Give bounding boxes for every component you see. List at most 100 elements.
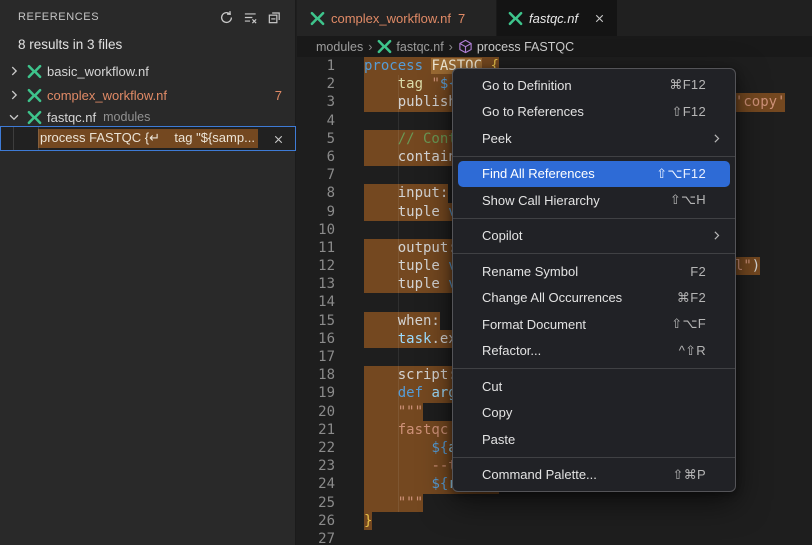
menu-item-copy[interactable]: Copy — [458, 400, 730, 427]
reference-result-item[interactable]: process FASTQC {↵ tag "${samp... — [0, 126, 296, 151]
menu-item-cut[interactable]: Cut — [458, 373, 730, 400]
breadcrumb-separator: › — [368, 40, 372, 54]
context-menu: Go to Definition⌘F12Go to References⇧F12… — [452, 68, 736, 492]
menu-item-copilot[interactable]: Copilot — [458, 223, 730, 250]
clear-all-icon[interactable] — [240, 7, 261, 28]
code-line-text: } — [364, 512, 372, 530]
menu-item-label: Refactor... — [482, 343, 679, 358]
menu-item-keybinding: ^⇧R — [679, 343, 706, 359]
line-number: 5 — [297, 130, 344, 148]
line-number: 23 — [297, 457, 344, 475]
menu-item-find-all-references[interactable]: Find All References⇧⌥F12 — [458, 161, 730, 188]
line-number: 26 — [297, 512, 344, 530]
tab-label: complex_workflow.nf — [331, 11, 451, 26]
line-number: 13 — [297, 275, 344, 293]
tab-bar: complex_workflow.nf 7 fastqc.nf — [297, 0, 812, 36]
code-line[interactable]: 25 """ — [297, 494, 812, 512]
line-number: 6 — [297, 148, 344, 166]
code-line-text: script: — [364, 366, 457, 384]
code-line[interactable]: 26} — [297, 512, 812, 530]
nextflow-icon — [309, 10, 325, 26]
menu-item-go-to-definition[interactable]: Go to Definition⌘F12 — [458, 72, 730, 99]
menu-item-label: Find All References — [482, 166, 656, 181]
file-description: modules — [103, 110, 150, 124]
tree-item-complex-workflow-nf[interactable]: complex_workflow.nf7 — [0, 84, 295, 106]
menu-item-peek[interactable]: Peek — [458, 125, 730, 152]
code-line-text: """ — [364, 403, 423, 421]
line-number: 8 — [297, 184, 344, 202]
tree-indent-guide — [13, 127, 14, 150]
chevron-right-icon[interactable] — [6, 63, 22, 79]
line-number: 7 — [297, 166, 344, 184]
menu-separator — [453, 368, 735, 369]
line-number: 3 — [297, 93, 344, 111]
menu-item-change-all-occurrences[interactable]: Change All Occurrences⌘F2 — [458, 285, 730, 312]
code-line-text: output: — [364, 239, 457, 257]
line-number: 17 — [297, 348, 344, 366]
menu-item-label: Command Palette... — [482, 467, 673, 482]
collapse-all-icon[interactable] — [264, 7, 285, 28]
line-number: 16 — [297, 330, 344, 348]
line-number: 15 — [297, 312, 344, 330]
menu-item-show-call-hierarchy[interactable]: Show Call Hierarchy⇧⌥H — [458, 187, 730, 214]
menu-item-go-to-references[interactable]: Go to References⇧F12 — [458, 99, 730, 126]
tree-item-basic-workflow-nf[interactable]: basic_workflow.nf — [0, 60, 295, 82]
breadcrumb-separator: › — [449, 40, 453, 54]
results-summary: 8 results in 3 files — [18, 37, 122, 52]
menu-item-label: Change All Occurrences — [482, 290, 677, 305]
panel-title: REFERENCES — [18, 11, 99, 23]
menu-item-label: Paste — [482, 432, 719, 447]
menu-item-label: Format Document — [482, 317, 671, 332]
tab-badge: 7 — [458, 11, 465, 26]
tab-fastqc-nf[interactable]: fastqc.nf — [497, 0, 617, 36]
menu-separator — [453, 253, 735, 254]
vscode-window: REFERENCES 8 results in 3 files basic_wo… — [0, 0, 812, 545]
tab-complex-workflow-nf[interactable]: complex_workflow.nf 7 — [297, 0, 497, 36]
namespace-icon — [458, 39, 473, 54]
menu-item-rename-symbol[interactable]: Rename SymbolF2 — [458, 258, 730, 285]
code-line-text: fastqc \ — [364, 421, 465, 439]
nextflow-icon — [26, 63, 42, 79]
nextflow-icon — [507, 10, 523, 26]
breadcrumb-item-fastqc-nf[interactable]: fastqc.nf — [396, 40, 443, 54]
references-panel: REFERENCES 8 results in 3 files basic_wo… — [0, 0, 296, 545]
menu-item-keybinding: ⌘F2 — [677, 290, 706, 306]
line-number: 1 — [297, 57, 344, 75]
line-number: 27 — [297, 530, 344, 545]
chevron-down-icon[interactable] — [6, 109, 22, 125]
close-icon[interactable] — [590, 9, 608, 27]
menu-item-keybinding: F2 — [690, 264, 706, 279]
close-icon[interactable] — [269, 130, 287, 148]
line-number: 22 — [297, 439, 344, 457]
menu-separator — [453, 156, 735, 157]
line-number: 21 — [297, 421, 344, 439]
chevron-right-icon[interactable] — [6, 87, 22, 103]
references-panel-header: REFERENCES — [0, 0, 295, 34]
file-name: complex_workflow.nf — [47, 88, 167, 103]
menu-item-refactor[interactable]: Refactor...^⇧R — [458, 338, 730, 365]
panel-actions — [216, 7, 285, 28]
menu-item-label: Go to Definition — [482, 78, 669, 93]
menu-item-keybinding: ⇧⌥F — [671, 316, 706, 332]
menu-item-label: Go to References — [482, 104, 672, 119]
line-number: 18 — [297, 366, 344, 384]
refresh-icon[interactable] — [216, 7, 237, 28]
menu-item-command-palette[interactable]: Command Palette...⇧⌘P — [458, 462, 730, 489]
line-number: 12 — [297, 257, 344, 275]
menu-separator — [453, 218, 735, 219]
menu-item-keybinding: ⇧⌥H — [670, 192, 706, 208]
line-number: 4 — [297, 112, 344, 130]
line-number: 24 — [297, 475, 344, 493]
menu-item-paste[interactable]: Paste — [458, 426, 730, 453]
code-line-text: when: — [364, 312, 440, 330]
breadcrumb-item-process-fastqc[interactable]: process FASTQC — [477, 40, 574, 54]
tree-item-fastqc-nf[interactable]: fastqc.nfmodules — [0, 106, 295, 128]
tree-indent-guide — [38, 127, 39, 150]
reference-result-text: process FASTQC {↵ tag "${samp... — [38, 129, 258, 148]
breadcrumb: modules › fastqc.nf › process FASTQC — [297, 36, 812, 57]
menu-item-format-document[interactable]: Format Document⇧⌥F — [458, 311, 730, 338]
menu-item-keybinding: ⇧⌘P — [673, 467, 706, 483]
code-line[interactable]: 27 — [297, 530, 812, 545]
line-number: 14 — [297, 293, 344, 311]
breadcrumb-item-modules[interactable]: modules — [316, 40, 363, 54]
